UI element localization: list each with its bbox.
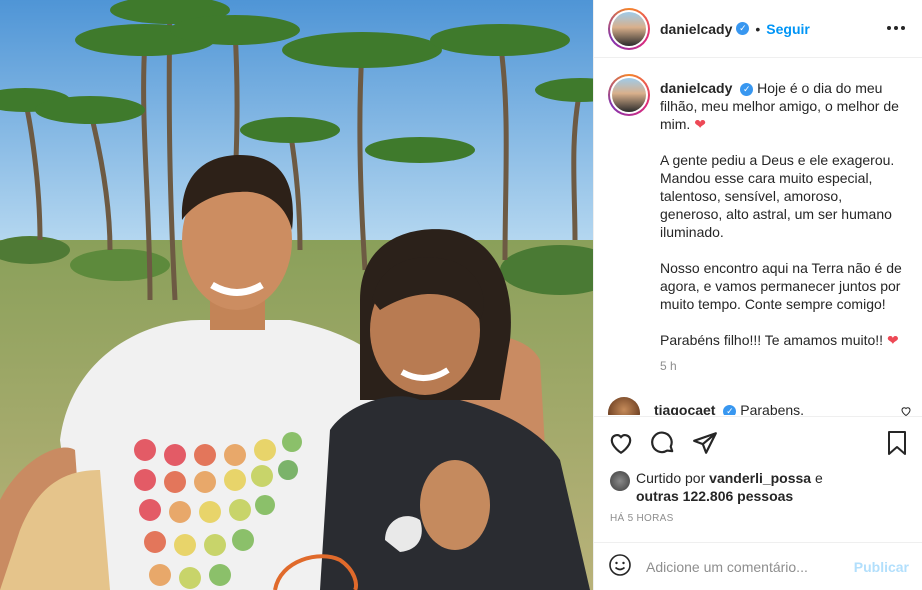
follow-button[interactable]: Seguir	[766, 21, 810, 37]
caption: danielcady ✓ Hoje é o dia do meu filhão,…	[608, 74, 908, 367]
separator-dot: •	[755, 20, 761, 37]
post-header: danielcady ✓ • Seguir	[594, 0, 922, 58]
caption-paragraph: A gente pediu a Deus e ele exagerou. Man…	[660, 152, 895, 240]
post-photo[interactable]	[0, 0, 593, 590]
caption-username[interactable]: danielcady	[660, 80, 732, 96]
emoji-icon[interactable]	[608, 553, 632, 580]
verified-icon: ✓	[723, 404, 737, 415]
likes-text: Curtido por vanderli_possa e outras 122.…	[636, 469, 823, 505]
heart-icon[interactable]	[608, 430, 634, 456]
comment-username[interactable]: tiagocaet	[654, 402, 715, 415]
likes-summary: Curtido por vanderli_possa e outras 122.…	[594, 469, 922, 505]
caption-paragraph: Parabéns filho!!! Te amamos muito!!	[660, 332, 884, 348]
post-container: danielcady ✓ • Seguir danielcady ✓ Hoje …	[0, 0, 922, 590]
comment-text: tiagocaet ✓ Parabens, Marcelinhooooo!! T…	[654, 401, 884, 415]
publish-button[interactable]: Publicar	[854, 559, 909, 575]
share-icon[interactable]	[692, 430, 718, 456]
comment-like-icon[interactable]	[900, 405, 912, 420]
comment-avatar[interactable]	[608, 397, 640, 415]
avatar[interactable]	[608, 7, 650, 50]
caption-paragraph: Nosso encontro aqui na Terra não é de ag…	[660, 260, 902, 312]
caption-text: danielcady ✓ Hoje é o dia do meu filhão,…	[660, 79, 908, 367]
caption-avatar[interactable]	[608, 74, 650, 116]
more-icon[interactable]	[886, 20, 906, 31]
header-username[interactable]: danielcady	[660, 21, 732, 37]
comment-icon[interactable]	[650, 430, 676, 456]
photo-illustration	[0, 0, 593, 590]
heart-emoji: ❤	[886, 332, 899, 348]
likes-user[interactable]: vanderli_possa	[709, 470, 811, 486]
comment-item: tiagocaet ✓ Parabens, Marcelinhooooo!! T…	[608, 397, 911, 417]
action-bar: Curtido por vanderli_possa e outras 122.…	[594, 416, 922, 532]
post-timestamp[interactable]: HÁ 5 HORAS	[594, 505, 922, 532]
add-comment-bar: Publicar	[594, 542, 922, 590]
action-icons	[594, 417, 922, 469]
bookmark-icon[interactable]	[885, 430, 909, 456]
likes-others[interactable]: outras 122.806 pessoas	[636, 488, 793, 504]
verified-icon: ✓	[740, 82, 754, 96]
liker-avatar[interactable]	[610, 471, 630, 491]
heart-emoji: ❤	[694, 116, 706, 132]
comments-area[interactable]: danielcady ✓ Hoje é o dia do meu filhão,…	[594, 58, 922, 417]
verified-icon: ✓	[736, 22, 750, 35]
likes-prefix: Curtido por	[636, 470, 706, 486]
likes-suffix: e	[814, 470, 823, 486]
comment-input[interactable]	[646, 558, 846, 575]
post-side-panel: danielcady ✓ • Seguir danielcady ✓ Hoje …	[593, 0, 922, 590]
